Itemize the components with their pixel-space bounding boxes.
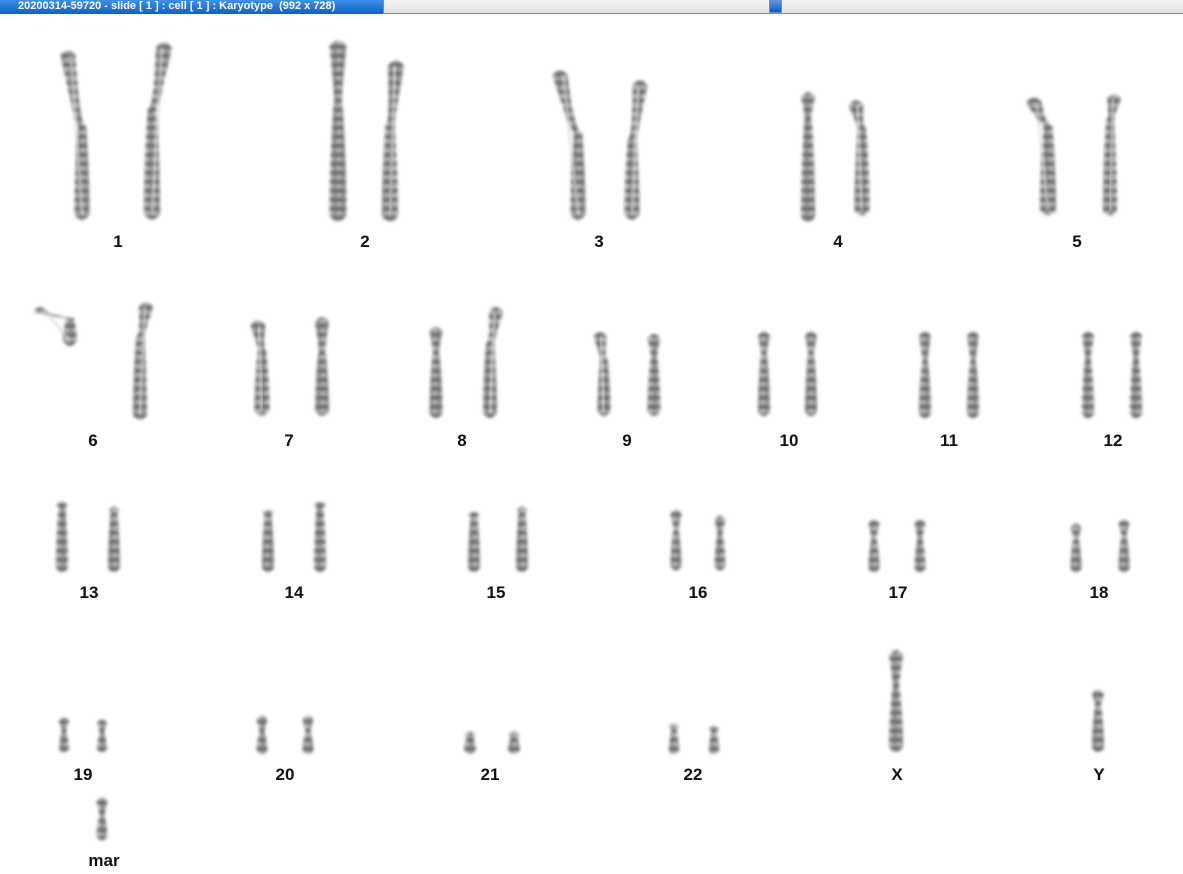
chromosome-1-1[interactable] <box>60 50 90 220</box>
chromosome-label-19: 19 <box>73 765 93 784</box>
chromosome-pair-8[interactable] <box>429 307 504 419</box>
chromosome-label-7: 7 <box>284 431 294 450</box>
chromosome-pair-4[interactable] <box>801 92 870 222</box>
chromosome-label-2: 2 <box>360 232 370 251</box>
chromosome-pair-15[interactable] <box>468 506 528 573</box>
chromosome-label-16: 16 <box>688 583 708 602</box>
chromosome-pair-19[interactable] <box>59 717 107 753</box>
chromosome-pair-X[interactable] <box>889 650 903 752</box>
chromosome-label-1: 1 <box>113 232 123 251</box>
chromosome-label-4: 4 <box>833 232 843 251</box>
chromosome-label-X: X <box>891 765 903 784</box>
chromosome-pair-7[interactable] <box>250 317 330 416</box>
chromosome-pair-3[interactable] <box>552 70 648 220</box>
chromosome-pair-16[interactable] <box>670 509 726 571</box>
chromosome-label-5: 5 <box>1072 232 1082 251</box>
chromosome-1-2[interactable] <box>144 42 172 220</box>
chromosome-label-12: 12 <box>1103 431 1123 450</box>
chromosome-label-17: 17 <box>888 583 908 602</box>
chromosome-label-10: 10 <box>779 431 799 450</box>
chromosome-label-6: 6 <box>88 431 98 450</box>
chromosome-pair-10[interactable] <box>758 331 817 417</box>
chromosome-pair-9[interactable] <box>593 331 661 417</box>
chromosome-label-14: 14 <box>284 583 304 602</box>
chromosome-label-15: 15 <box>486 583 506 602</box>
chromosome-pair-14[interactable] <box>262 501 326 573</box>
chromosome-pair-5[interactable] <box>1026 94 1121 216</box>
chromosome-pair-1[interactable] <box>60 42 173 220</box>
chromosome-pair-11[interactable] <box>919 331 979 419</box>
chromosome-pair-21[interactable] <box>464 731 520 755</box>
chromosome-pair-17[interactable] <box>868 519 926 573</box>
chromosome-label-Y: Y <box>1093 765 1105 784</box>
chromosome-pair-22[interactable] <box>669 723 719 755</box>
chromosome-pair-18[interactable] <box>1070 519 1130 573</box>
chromosome-pair-Y[interactable] <box>1092 689 1104 753</box>
chromosome-label-20: 20 <box>275 765 295 784</box>
chromosome-pair-mar[interactable] <box>96 797 108 841</box>
chromosome-label-9: 9 <box>622 431 632 450</box>
chromosome-label-3: 3 <box>594 232 604 251</box>
chromosome-pair-12[interactable] <box>1082 331 1142 419</box>
chromosome-5-1[interactable] <box>1026 97 1056 216</box>
chromosome-label-22: 22 <box>683 765 703 784</box>
chromosome-label-13: 13 <box>79 583 99 602</box>
chromosome-label-8: 8 <box>457 431 467 450</box>
chromosome-pair-13[interactable] <box>56 501 120 573</box>
chromosome-label-11: 11 <box>940 431 958 450</box>
karyotype-canvas <box>33 40 1142 841</box>
chromosome-label-18: 18 <box>1089 583 1109 602</box>
chromosome-pair-20[interactable] <box>256 715 314 755</box>
chromosome-pair-2[interactable] <box>329 40 405 222</box>
chromosome-label-mar: mar <box>88 851 120 870</box>
chromosome-pair-6[interactable] <box>33 302 153 420</box>
chromosome-3-1[interactable] <box>552 70 586 220</box>
chromosome-label-21: 21 <box>480 765 500 784</box>
